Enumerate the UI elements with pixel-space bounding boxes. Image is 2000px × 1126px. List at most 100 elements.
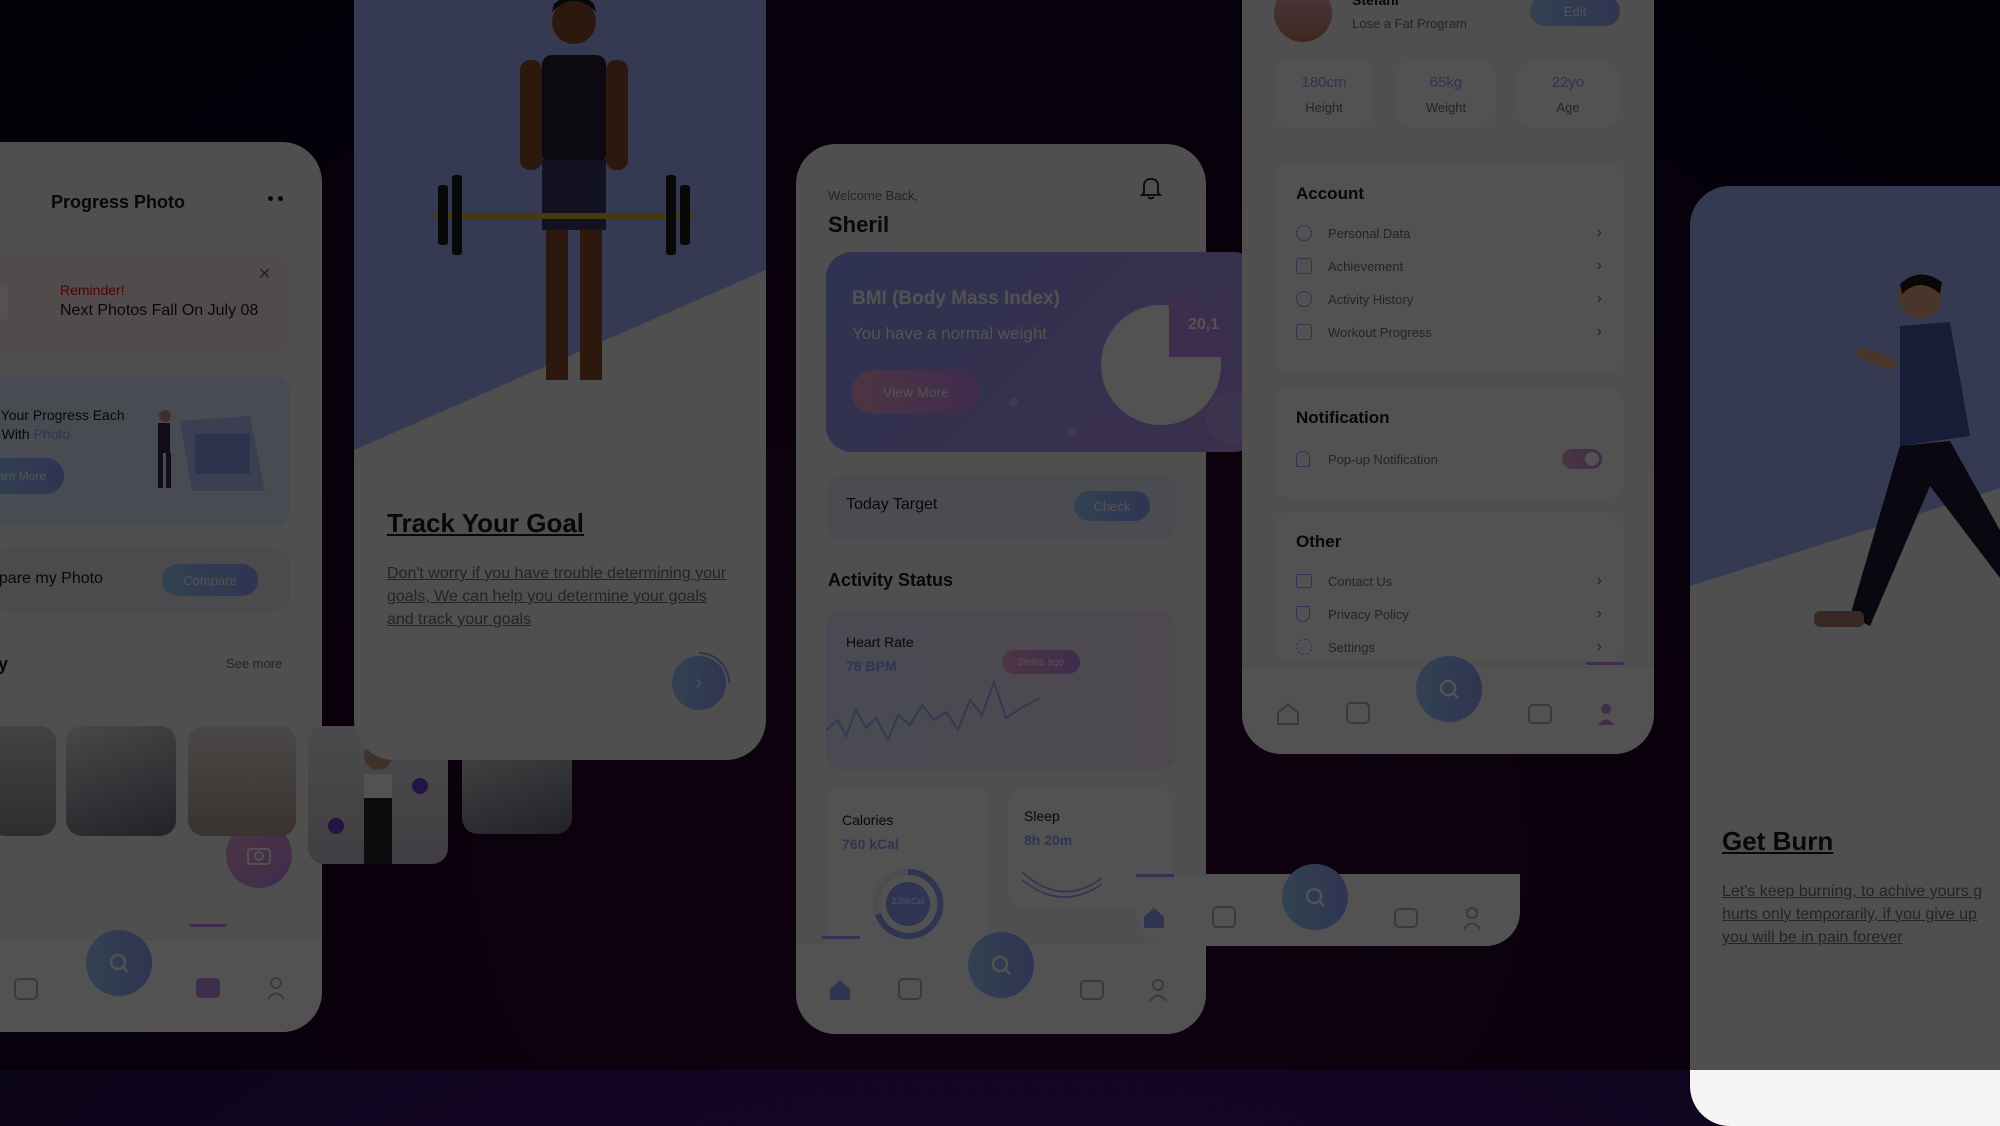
photo-link: Photo	[33, 426, 71, 442]
account-item-achievement[interactable]: Achievement ›	[1296, 255, 1602, 277]
notification-title: Notification	[1296, 408, 1390, 427]
bottom-navbar	[0, 924, 322, 1032]
account-item-label: Workout Progress	[1328, 324, 1432, 340]
profile-tab-icon[interactable]	[1148, 978, 1168, 1002]
other-item-contact-us[interactable]: Contact Us ›	[1296, 570, 1602, 592]
camera-tab-icon[interactable]	[1080, 980, 1104, 1000]
gallery-title: y	[0, 654, 9, 674]
heart-rate-graph	[826, 670, 1066, 750]
search-fab[interactable]	[1282, 864, 1348, 930]
activity-tab-icon[interactable]	[1212, 906, 1236, 928]
other-item-privacy-policy[interactable]: Privacy Policy ›	[1296, 603, 1602, 625]
bmi-title: BMI (Body Mass Index)	[852, 288, 1060, 309]
today-target-card: Today Target Check	[826, 474, 1176, 540]
weightlifter-illustration	[424, 0, 704, 400]
other-item-label: Contact Us	[1328, 573, 1393, 589]
gallery-photo-2[interactable]	[66, 726, 176, 836]
stat-label: Height	[1305, 100, 1343, 115]
camera-tab-icon[interactable]	[1528, 704, 1552, 724]
bottom-navbar	[1242, 656, 1654, 754]
bmi-view-more-button[interactable]: View More	[852, 370, 980, 414]
check-button[interactable]: Check	[1074, 491, 1150, 521]
stat-label: Weight	[1425, 100, 1467, 115]
profile-program: Lose a Fat Program	[1352, 16, 1467, 31]
person-icon	[1296, 225, 1312, 241]
get-burn-title: Get Burn	[1722, 826, 1834, 856]
close-icon[interactable]: ✕	[258, 264, 271, 283]
track-progress-card: k Your Progress Each h With Photo arn Mo…	[0, 376, 290, 526]
account-section: Account Personal Data › Achievement › Ac…	[1274, 162, 1624, 374]
account-item-label: Achievement	[1328, 258, 1404, 274]
shield-icon	[1296, 606, 1310, 622]
get-burn-line-3: you will be in pain forever	[1722, 929, 1903, 946]
home-tab-icon[interactable]	[828, 978, 852, 1002]
track-goal-body: Don't worry if you have trouble determin…	[387, 565, 727, 628]
account-item-label: Activity History	[1328, 291, 1414, 307]
profile-tab-icon[interactable]	[1462, 906, 1482, 930]
other-item-settings[interactable]: Settings ›	[1296, 636, 1602, 658]
active-indicator	[1586, 662, 1624, 665]
gear-icon	[1296, 639, 1312, 655]
stat-value: 180cm	[1301, 74, 1347, 91]
search-fab[interactable]	[86, 930, 152, 996]
search-fab[interactable]	[1416, 656, 1482, 722]
stat-value: 65kg	[1429, 74, 1463, 91]
activity-tab-icon[interactable]	[898, 978, 922, 1000]
activity-tab-icon[interactable]	[14, 978, 38, 1000]
account-item-label: Personal Data	[1328, 225, 1411, 241]
account-item-personal-data[interactable]: Personal Data ›	[1296, 222, 1602, 244]
active-indicator	[1136, 874, 1174, 877]
account-title: Account	[1296, 184, 1364, 203]
other-item-label: Privacy Policy	[1328, 606, 1409, 622]
bell-icon	[1296, 451, 1310, 467]
calendar-illustration	[140, 406, 270, 496]
other-item-label: Settings	[1328, 639, 1375, 655]
gallery-photo-1[interactable]	[0, 726, 56, 836]
profile-name: Stefani	[1352, 0, 1399, 8]
search-fab[interactable]	[968, 932, 1034, 998]
avatar[interactable]	[1274, 0, 1332, 42]
profile-tab-icon[interactable]	[266, 976, 286, 1000]
profile-screen: Stefani Lose a Fat Program Edit 180cm He…	[1242, 0, 1654, 754]
next-button[interactable]: ›	[672, 656, 726, 710]
camera-tab-icon[interactable]	[1394, 908, 1418, 928]
home-tab-icon[interactable]	[1142, 906, 1166, 930]
chevron-right-icon: ›	[1596, 572, 1602, 589]
bmi-pie-chart: 20,1	[1096, 280, 1246, 430]
activity-tab-icon[interactable]	[1346, 702, 1370, 724]
compare-button[interactable]: Compare	[162, 564, 258, 596]
other-section: Other Contact Us › Privacy Policy › Sett…	[1274, 512, 1624, 662]
floating-bottom-navbar	[1136, 864, 1520, 946]
account-item-activity-history[interactable]: Activity History ›	[1296, 288, 1602, 310]
activity-status-title: Activity Status	[828, 570, 954, 590]
heart-rate-label: Heart Rate	[846, 634, 914, 650]
reminder-text: Next Photos Fall On July 08	[60, 302, 259, 319]
get-burn-line-1: Let's keep burning, to achive yours g	[1722, 883, 1983, 900]
notification-section: Notification Pop-up Notification	[1274, 388, 1624, 498]
account-item-workout-progress[interactable]: Workout Progress ›	[1296, 321, 1602, 343]
see-more-link[interactable]: See more	[226, 656, 282, 671]
bmi-subtitle: You have a normal weight	[852, 324, 1048, 343]
chevron-right-icon: ›	[1596, 638, 1602, 655]
home-tab-icon[interactable]	[1276, 702, 1300, 726]
active-indicator	[189, 924, 227, 927]
get-burn-body: Let's keep burning, to achive yours g hu…	[1722, 880, 2000, 949]
gallery-photo-3[interactable]	[188, 726, 296, 836]
active-indicator	[822, 936, 860, 939]
stat-value: 22yo	[1551, 74, 1585, 91]
notification-bell-icon[interactable]	[1140, 176, 1162, 200]
notification-toggle[interactable]	[1562, 449, 1602, 469]
progress-photo-title: Progress Photo	[51, 192, 186, 212]
chevron-right-icon: ›	[1596, 257, 1602, 274]
calories-ring: 230kCal	[870, 866, 946, 942]
camera-tab-icon[interactable]	[196, 978, 220, 998]
track-goal-title: Track Your Goal	[387, 508, 585, 538]
learn-more-button[interactable]: arn More	[0, 458, 64, 494]
reminder-card: Reminder! Next Photos Fall On July 08 ✕	[0, 254, 290, 354]
track-progress-text: k Your Progress Each h With Photo	[0, 407, 125, 442]
notification-item-label: Pop-up Notification	[1328, 451, 1438, 467]
bmi-card: BMI (Body Mass Index) You have a normal …	[826, 252, 1260, 452]
edit-profile-button[interactable]: Edit	[1530, 0, 1620, 26]
profile-tab-icon[interactable]	[1596, 702, 1616, 726]
more-options-icon[interactable]: ••	[266, 192, 286, 208]
